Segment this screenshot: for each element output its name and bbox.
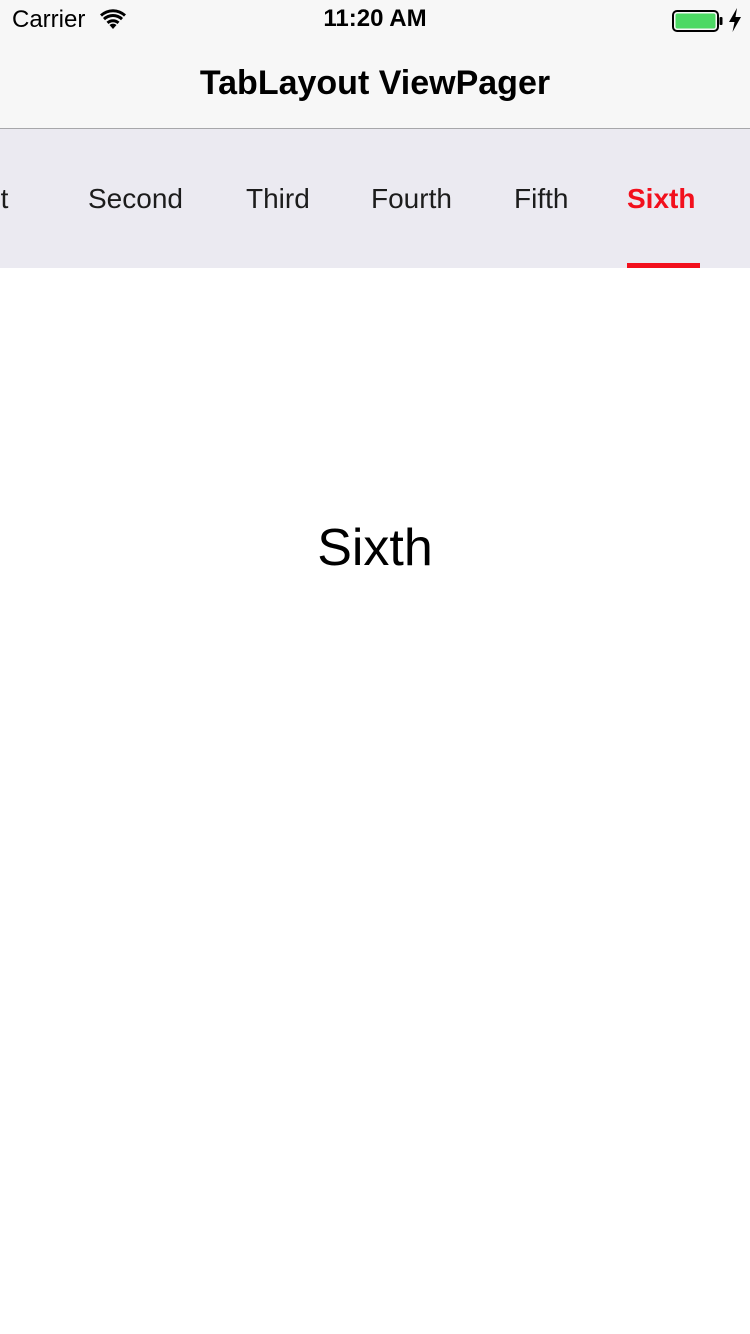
tab-fifth[interactable]: Fifth xyxy=(514,129,568,268)
bolt-icon xyxy=(729,8,741,32)
navigation-bar: TabLayout ViewPager xyxy=(0,40,750,129)
tab-fourth[interactable]: Fourth xyxy=(371,129,452,268)
page-title: TabLayout ViewPager xyxy=(199,64,551,102)
battery-icon xyxy=(672,10,723,32)
tab-sixth[interactable]: Sixth xyxy=(627,129,695,268)
tab-strip[interactable]: First Second Third Fourth Fifth Sixth xyxy=(0,129,750,268)
status-time: 11:20 AM xyxy=(323,5,427,32)
page-label: Sixth xyxy=(317,519,433,577)
tab-first[interactable]: First xyxy=(0,129,8,268)
status-bar: Carrier 11:20 AM xyxy=(0,0,750,40)
tab-second[interactable]: Second xyxy=(88,129,183,268)
page-content[interactable]: Sixth xyxy=(0,268,750,1334)
tab-third[interactable]: Third xyxy=(246,129,310,268)
